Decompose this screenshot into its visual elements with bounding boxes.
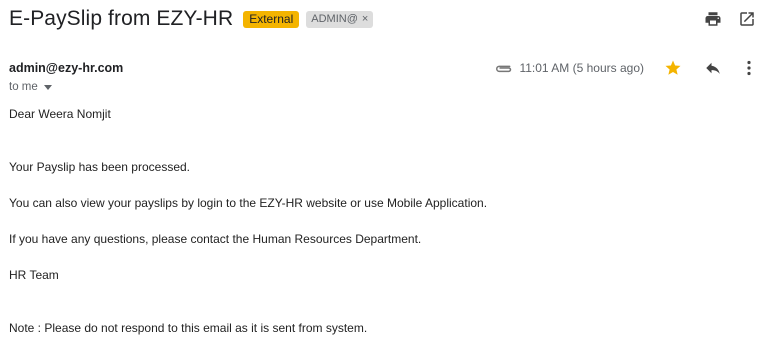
star-icon[interactable] — [664, 59, 682, 77]
sender-email[interactable]: admin@ezy-hr.com — [9, 61, 123, 75]
subject-header: E-PaySlip from EZY-HR External ADMIN@ × — [9, 6, 374, 32]
body-line-view-payslips: You can also view your payslips by login… — [9, 196, 488, 210]
thread-actions — [704, 10, 756, 28]
chevron-down-icon — [43, 84, 52, 90]
message-timestamp: 11:01 AM (5 hours ago) — [519, 61, 644, 75]
greeting-text: Dear Weera Nomjit — [9, 107, 111, 121]
recipient-toggle[interactable]: to me — [9, 81, 52, 93]
admin-label[interactable]: ADMIN@ × — [306, 10, 374, 28]
attachment-icon — [493, 59, 513, 77]
message-meta: 11:01 AM (5 hours ago) — [493, 59, 754, 77]
admin-label-text: ADMIN@ — [311, 12, 358, 25]
signature-text: HR Team — [9, 268, 59, 282]
subject-title: E-PaySlip from EZY-HR — [9, 7, 234, 30]
print-icon[interactable] — [704, 10, 722, 28]
email-view: E-PaySlip from EZY-HR External ADMIN@ × … — [0, 0, 768, 347]
open-in-new-window-icon[interactable] — [738, 10, 756, 28]
more-vertical-icon[interactable] — [744, 59, 754, 77]
reply-icon[interactable] — [704, 59, 722, 77]
remove-label-icon[interactable]: × — [362, 11, 368, 28]
note-text: Note : Please do not respond to this ema… — [9, 321, 368, 335]
external-label[interactable]: External — [243, 10, 300, 28]
body-line-processed: Your Payslip has been processed. — [9, 160, 191, 174]
body-line-questions: If you have any questions, please contac… — [9, 232, 422, 246]
recipient-label: to me — [9, 81, 38, 93]
